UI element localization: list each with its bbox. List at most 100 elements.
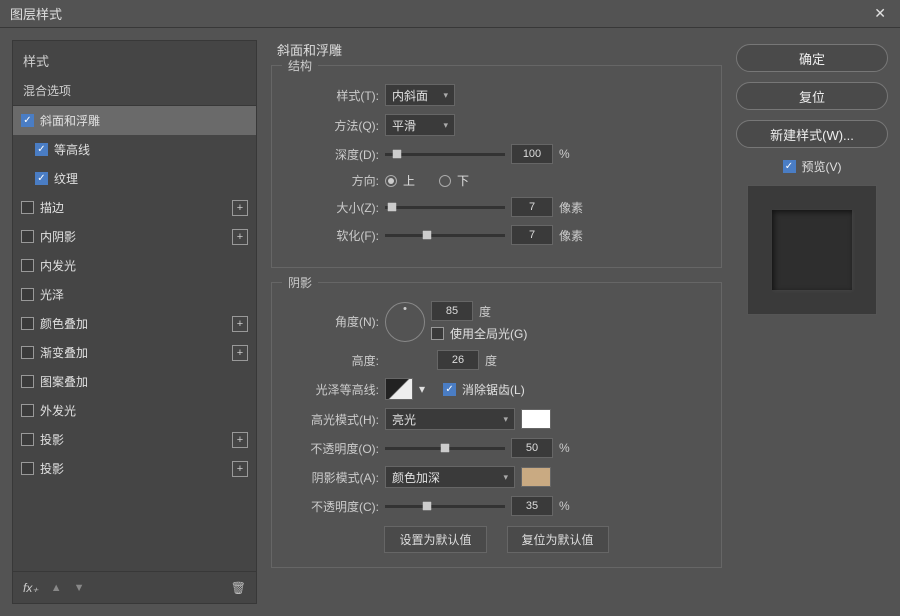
global-light-checkbox[interactable]: [431, 327, 444, 340]
angle-label: 角度(N):: [284, 313, 379, 330]
method-dropdown[interactable]: 平滑▾: [385, 114, 455, 136]
style-item-11[interactable]: 投影 +: [13, 425, 256, 454]
soften-slider[interactable]: [385, 234, 505, 237]
size-slider[interactable]: [385, 206, 505, 209]
highlight-opacity-input[interactable]: [511, 438, 553, 458]
style-item-12[interactable]: 投影 +: [13, 454, 256, 483]
depth-input[interactable]: [511, 144, 553, 164]
highlight-opacity-slider[interactable]: [385, 447, 505, 450]
sidebar-footer: fx₊ ▲ ▼ 🗑: [13, 571, 256, 603]
style-checkbox[interactable]: [21, 346, 34, 359]
angle-input[interactable]: [431, 301, 473, 321]
reset-default-button[interactable]: 复位为默认值: [507, 526, 609, 553]
styles-header: 样式: [13, 41, 256, 76]
style-item-4[interactable]: 内阴影 +: [13, 222, 256, 251]
fx-label[interactable]: fx₊: [23, 581, 39, 595]
angle-wheel[interactable]: [385, 302, 425, 342]
style-item-label: 渐变叠加: [40, 344, 226, 361]
close-icon[interactable]: ✕: [870, 5, 890, 22]
contour-dropdown-icon[interactable]: ▾: [419, 382, 425, 396]
plus-icon[interactable]: +: [232, 345, 248, 361]
highlight-mode-dropdown[interactable]: 亮光▾: [385, 408, 515, 430]
structure-title: 结构: [282, 57, 318, 74]
style-item-5[interactable]: 内发光: [13, 251, 256, 280]
reset-button[interactable]: 复位: [736, 82, 888, 110]
style-item-label: 图案叠加: [40, 373, 248, 390]
style-item-label: 内发光: [40, 257, 248, 274]
style-item-10[interactable]: 外发光: [13, 396, 256, 425]
gloss-contour-label: 光泽等高线:: [284, 381, 379, 398]
arrow-up-icon[interactable]: ▲: [51, 582, 62, 594]
action-panel: 确定 复位 新建样式(W)... 预览(V): [736, 40, 888, 604]
style-item-0[interactable]: 斜面和浮雕: [13, 106, 256, 135]
preview-thumbnail: [772, 210, 852, 290]
antialias-checkbox[interactable]: [443, 383, 456, 396]
size-label: 大小(Z):: [284, 199, 379, 216]
style-checkbox[interactable]: [21, 201, 34, 214]
ok-button[interactable]: 确定: [736, 44, 888, 72]
style-item-label: 光泽: [40, 286, 248, 303]
style-checkbox[interactable]: [21, 288, 34, 301]
plus-icon[interactable]: +: [232, 200, 248, 216]
shading-group: 阴影 角度(N): 度 使用全局光(G) 高度:: [271, 282, 722, 568]
style-item-label: 投影: [40, 431, 226, 448]
style-checkbox[interactable]: [21, 259, 34, 272]
style-checkbox[interactable]: [21, 433, 34, 446]
plus-icon[interactable]: +: [232, 461, 248, 477]
direction-up-radio[interactable]: [385, 175, 397, 187]
shadow-mode-dropdown[interactable]: 颜色加深▾: [385, 466, 515, 488]
style-item-8[interactable]: 渐变叠加 +: [13, 338, 256, 367]
settings-panel: 斜面和浮雕 结构 样式(T): 内斜面▾ 方法(Q): 平滑▾ 深度(D): %…: [267, 40, 726, 604]
style-checkbox[interactable]: [21, 230, 34, 243]
style-item-7[interactable]: 颜色叠加+: [13, 309, 256, 338]
plus-icon[interactable]: +: [232, 316, 248, 332]
trash-icon[interactable]: 🗑: [231, 581, 246, 595]
style-checkbox[interactable]: [21, 462, 34, 475]
style-checkbox[interactable]: [35, 172, 48, 185]
size-input[interactable]: [511, 197, 553, 217]
plus-icon[interactable]: +: [232, 432, 248, 448]
direction-down-radio[interactable]: [439, 175, 451, 187]
main-content: 样式 混合选项 斜面和浮雕等高线纹理描边+内阴影+内发光光泽颜色叠加+渐变叠加+…: [0, 28, 900, 616]
style-item-label: 纹理: [54, 170, 248, 187]
style-label: 样式(T):: [284, 87, 379, 104]
style-dropdown[interactable]: 内斜面▾: [385, 84, 455, 106]
style-item-9[interactable]: 图案叠加: [13, 367, 256, 396]
shadow-color-swatch[interactable]: [521, 467, 551, 487]
style-checkbox[interactable]: [21, 114, 34, 127]
shadow-opacity-slider[interactable]: [385, 505, 505, 508]
soften-input[interactable]: [511, 225, 553, 245]
style-item-1[interactable]: 等高线: [13, 135, 256, 164]
depth-slider[interactable]: [385, 153, 505, 156]
shadow-opacity-input[interactable]: [511, 496, 553, 516]
style-item-label: 投影: [40, 460, 226, 477]
style-item-label: 外发光: [40, 402, 248, 419]
style-item-3[interactable]: 描边 +: [13, 193, 256, 222]
style-checkbox[interactable]: [35, 143, 48, 156]
highlight-opacity-label: 不透明度(O):: [284, 440, 379, 457]
panel-title: 斜面和浮雕: [271, 40, 722, 59]
new-style-button[interactable]: 新建样式(W)...: [736, 120, 888, 148]
method-label: 方法(Q):: [284, 117, 379, 134]
style-item-label: 描边: [40, 199, 226, 216]
style-checkbox[interactable]: [21, 375, 34, 388]
style-checkbox[interactable]: [21, 404, 34, 417]
contour-swatch[interactable]: [385, 378, 413, 400]
styles-sidebar: 样式 混合选项 斜面和浮雕等高线纹理描边 + 内阴影 + 内发光光泽颜色叠加+ 渐变叠加 +…: [12, 40, 257, 604]
style-list: 斜面和浮雕等高线纹理描边 + 内阴影 + 内发光光泽颜色叠加+ 渐变叠加 + 图案叠加外发光投…: [13, 106, 256, 571]
soften-label: 软化(F):: [284, 227, 379, 244]
plus-icon[interactable]: +: [232, 229, 248, 245]
structure-group: 结构 样式(T): 内斜面▾ 方法(Q): 平滑▾ 深度(D): % 方向: 上: [271, 65, 722, 268]
altitude-input[interactable]: [437, 350, 479, 370]
arrow-down-icon[interactable]: ▼: [74, 582, 85, 594]
direction-label: 方向:: [284, 172, 379, 189]
style-item-6[interactable]: 光泽: [13, 280, 256, 309]
style-item-2[interactable]: 纹理: [13, 164, 256, 193]
highlight-color-swatch[interactable]: [521, 409, 551, 429]
preview-checkbox[interactable]: [783, 160, 796, 173]
style-item-label: 内阴影: [40, 228, 226, 245]
set-default-button[interactable]: 设置为默认值: [384, 526, 486, 553]
style-checkbox[interactable]: [21, 317, 34, 330]
blend-options[interactable]: 混合选项: [13, 76, 256, 106]
title-bar: 图层样式 ✕: [0, 0, 900, 28]
